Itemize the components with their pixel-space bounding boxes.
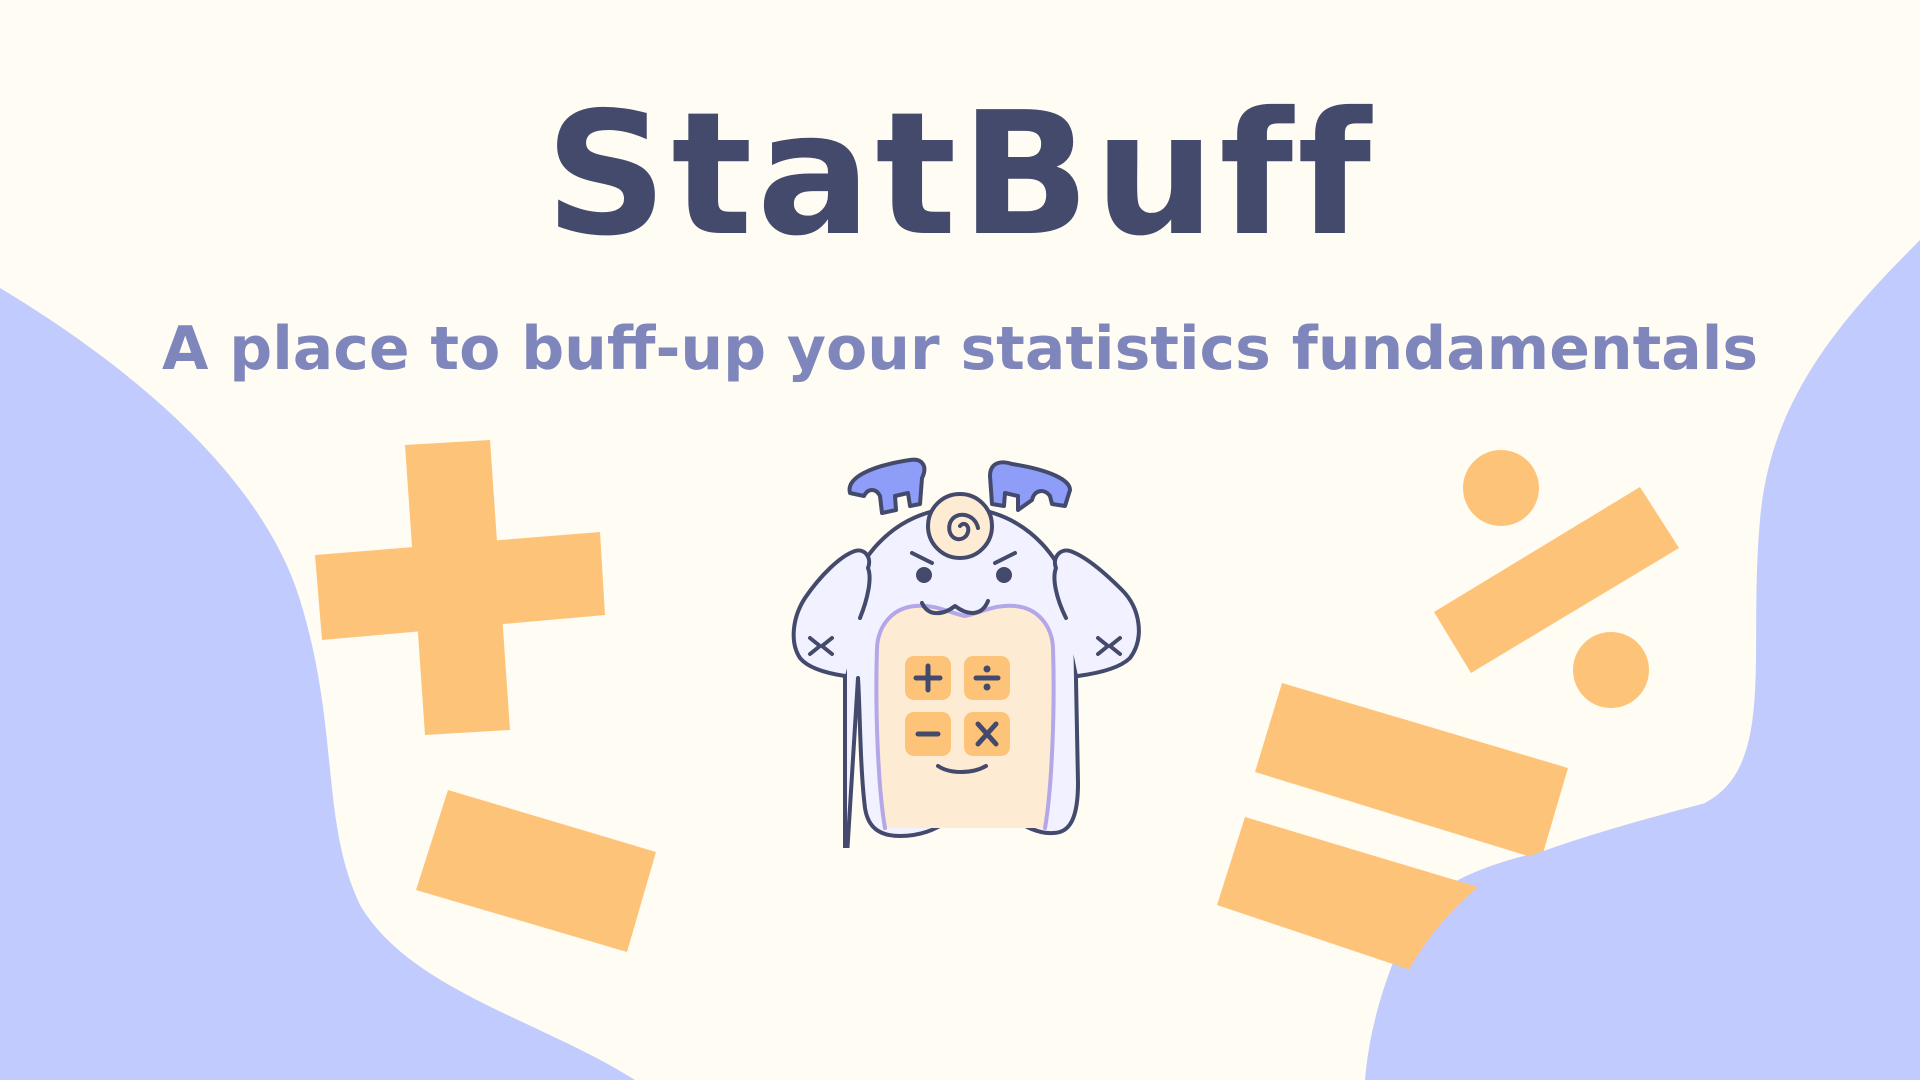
left-blob-shape [0,288,635,1080]
minus-sign-icon [416,790,656,952]
app-title: StatBuff [544,76,1376,274]
mascot-belly [874,603,1056,830]
plus-sign-icon [315,440,605,735]
right-horn-icon [988,460,1072,512]
app-subtitle: A place to buff-up your statistics funda… [161,314,1759,384]
percent-sign-icon [1434,450,1679,708]
left-horn-icon [847,457,927,515]
muscle-calculator-mascot-icon [791,457,1141,848]
